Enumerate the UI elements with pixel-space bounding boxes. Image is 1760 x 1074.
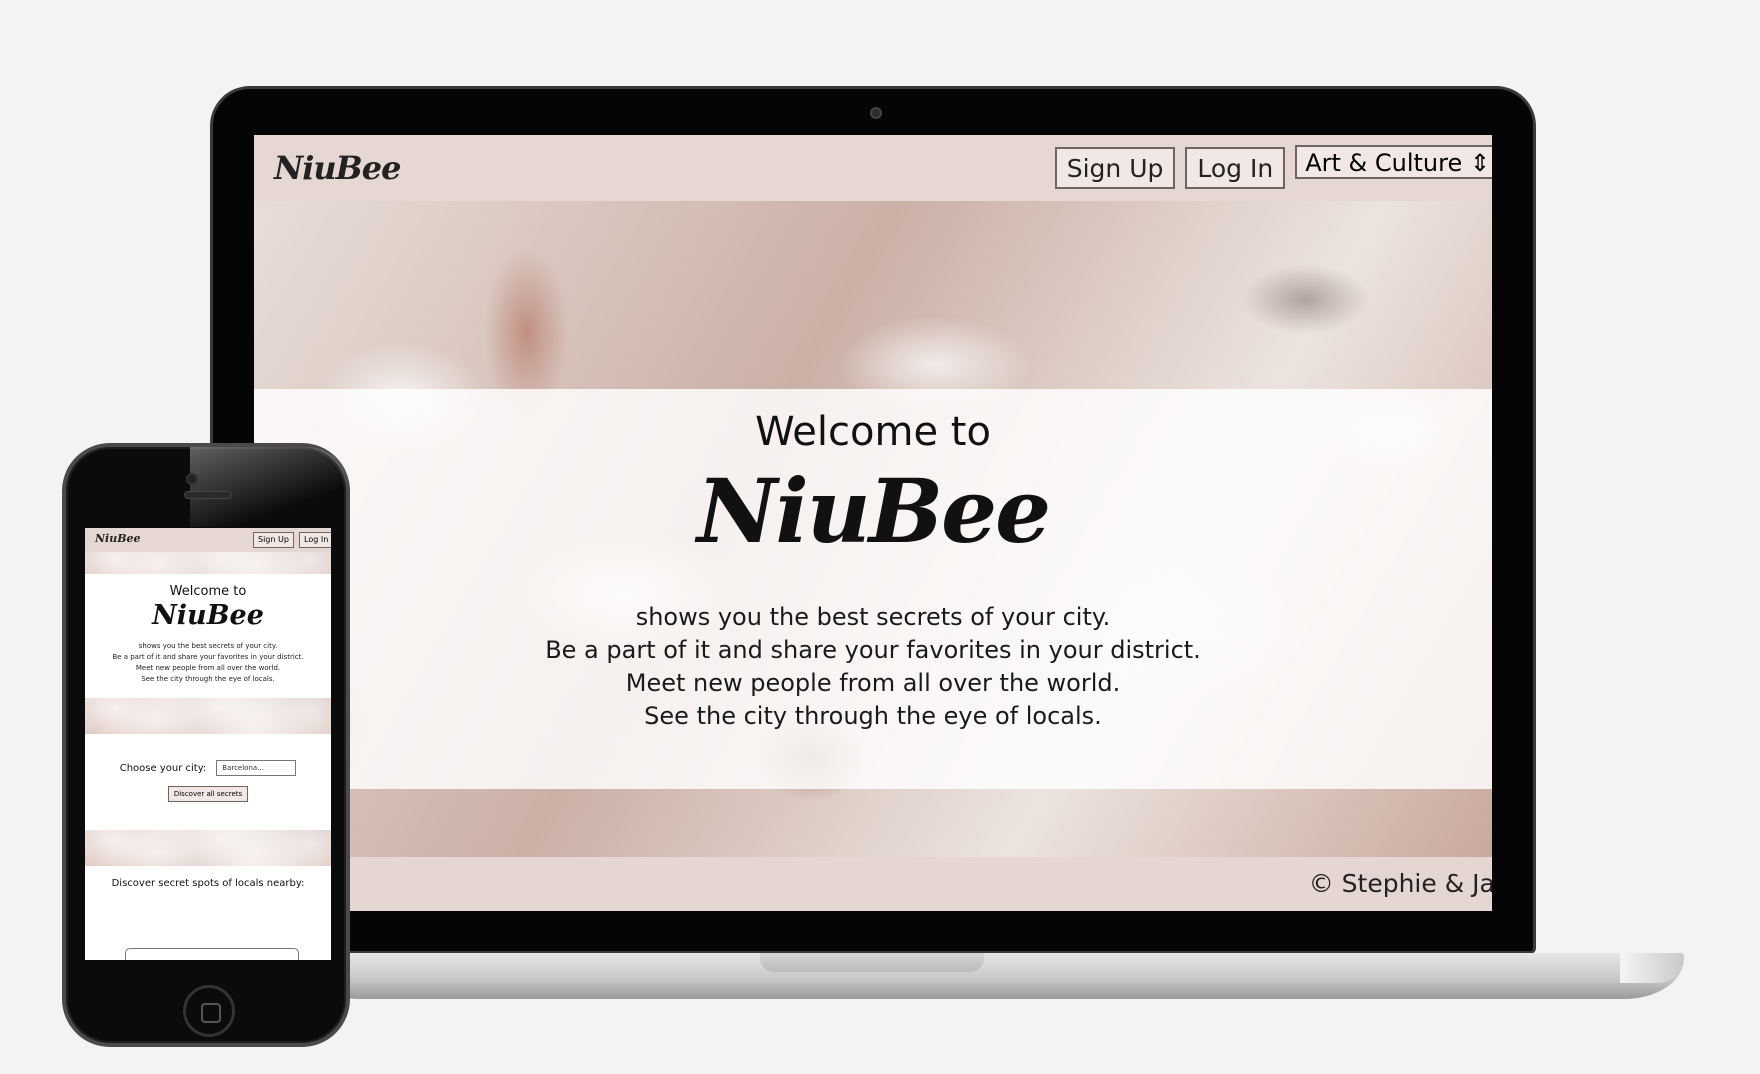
select-arrows-icon: ⇕: [1469, 149, 1490, 177]
phone-hero-brand: NiuBee: [152, 600, 264, 631]
site-logo[interactable]: NiuBee: [274, 149, 401, 187]
phone-hero-line: Be a part of it and share your favorites…: [112, 653, 304, 661]
phone-mockup: NiuBee Sign Up Log In Welcome to NiuBee …: [62, 443, 350, 1047]
laptop-base: [300, 953, 1684, 999]
phone-home-button: [183, 985, 235, 1037]
category-select-value: Art & Culture: [1305, 149, 1463, 177]
phone-camera: [186, 473, 198, 485]
hero-brand: NiuBee: [696, 459, 1051, 563]
phone-image-strip: [85, 698, 331, 734]
phone-hero-welcome: Welcome to: [169, 584, 247, 599]
footer-copyright: © Stephie & Jana: [1308, 869, 1492, 898]
phone-logo[interactable]: NiuBee: [95, 532, 141, 545]
hero-line: shows you the best secrets of your city.: [635, 603, 1111, 631]
phone-hero-description: shows you the best secrets of your city.…: [85, 641, 331, 685]
category-select[interactable]: Art & Culture ⇕: [1295, 145, 1492, 179]
phone-screen: NiuBee Sign Up Log In Welcome to NiuBee …: [85, 528, 331, 960]
laptop-screen: NiuBee Sign Up Log In Art & Culture ⇕ We…: [254, 135, 1492, 911]
laptop-camera: [870, 107, 882, 119]
laptop-mockup: NiuBee Sign Up Log In Art & Culture ⇕ We…: [210, 86, 1536, 954]
phone-hero-line: See the city through the eye of locals.: [141, 675, 275, 683]
phone-hero-line: Meet new people from all over the world.: [135, 664, 281, 672]
discover-secrets-button[interactable]: Discover all secrets: [167, 786, 249, 802]
phone-navbar: NiuBee Sign Up Log In: [85, 528, 331, 552]
phone-gloss: [190, 447, 350, 527]
hero-line: Be a part of it and share your favorites…: [545, 636, 1201, 664]
phone-spots-panel: Discover secret spots of locals nearby:: [85, 866, 331, 960]
hero-line: Meet new people from all over the world.: [625, 669, 1121, 697]
city-input[interactable]: Barcelona...: [216, 760, 297, 776]
hero-welcome: Welcome to: [755, 409, 991, 455]
hero-line: See the city through the eye of locals.: [644, 702, 1102, 730]
log-in-button[interactable]: Log In: [1185, 147, 1286, 189]
hero-background-image: Welcome to NiuBee shows you the best sec…: [254, 201, 1492, 857]
laptop-trackpad-notch: [760, 953, 984, 972]
city-label: Choose your city:: [119, 762, 207, 774]
sign-up-button[interactable]: Sign Up: [1054, 147, 1176, 189]
nav-buttons: Sign Up Log In Art & Culture ⇕: [1054, 145, 1492, 189]
phone-image-strip: [85, 552, 331, 574]
city-chooser: Choose your city: Barcelona...: [85, 760, 331, 776]
phone-image-strip: [85, 830, 331, 866]
phone-city-panel: Choose your city: Barcelona... Discover …: [85, 734, 331, 830]
site-footer: © Stephie & Jana: [254, 857, 1492, 911]
site-navbar: NiuBee Sign Up Log In Art & Culture ⇕: [254, 135, 1492, 201]
phone-hero-panel: Welcome to NiuBee shows you the best sec…: [85, 574, 331, 698]
hero-panel: Welcome to NiuBee shows you the best sec…: [254, 389, 1492, 789]
phone-log-in-button[interactable]: Log In: [299, 532, 331, 548]
hero-description: shows you the best secrets of your city.…: [254, 601, 1492, 733]
phone-speaker: [184, 491, 232, 499]
spots-search-box[interactable]: [125, 948, 299, 960]
spots-heading: Discover secret spots of locals nearby:: [111, 878, 305, 889]
phone-sign-up-button[interactable]: Sign Up: [253, 532, 294, 548]
phone-hero-line: shows you the best secrets of your city.: [138, 642, 278, 650]
